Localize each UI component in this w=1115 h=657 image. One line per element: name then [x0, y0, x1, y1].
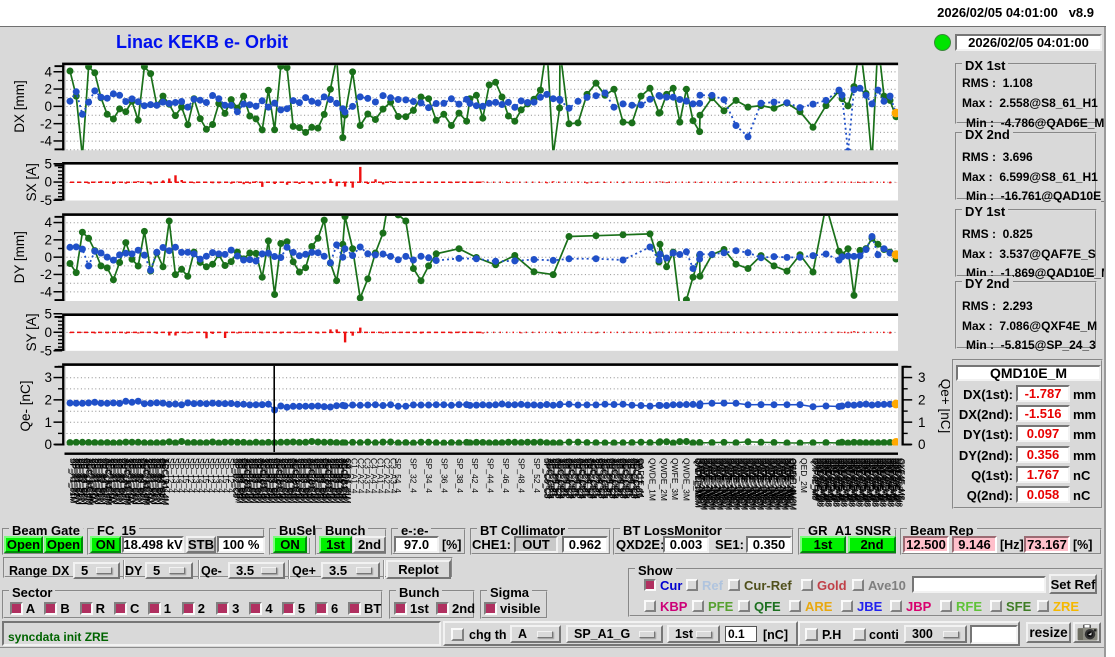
svg-text:2: 2: [44, 233, 52, 248]
svg-text:SP_46_4: SP_46_4: [501, 458, 511, 493]
svg-text:QWDE_3M: QWDE_3M: [682, 458, 692, 501]
svg-text:0: 0: [44, 99, 52, 114]
svg-text:4: 4: [44, 215, 52, 230]
svg-text:SP_38_4: SP_38_4: [455, 458, 465, 493]
svg-text:SP_36_4: SP_36_4: [439, 458, 449, 493]
svg-text:2: 2: [44, 393, 52, 408]
svg-text:DY [mm]: DY [mm]: [12, 231, 27, 283]
svg-text:DX [mm]: DX [mm]: [12, 80, 27, 133]
svg-text:5: 5: [44, 306, 52, 321]
svg-text:SP_54_4: SP_54_4: [393, 458, 403, 493]
svg-text:SY [A]: SY [A]: [24, 313, 39, 351]
svg-text:Qe- [nC]: Qe- [nC]: [18, 380, 33, 431]
svg-text:QED_1M: QED_1M: [788, 458, 798, 493]
svg-text:0: 0: [44, 175, 52, 190]
svg-text:0: 0: [44, 437, 52, 452]
svg-text:SP_42_4: SP_42_4: [470, 458, 480, 493]
svg-text:-2: -2: [40, 116, 52, 131]
svg-text:2: 2: [44, 82, 52, 97]
svg-text:SX [A]: SX [A]: [24, 163, 39, 201]
svg-text:QAF1E_M: QAF1E_M: [636, 458, 646, 498]
svg-text:SP_52_4: SP_52_4: [532, 458, 542, 493]
svg-text:SP_32_4: SP_32_4: [408, 458, 418, 493]
svg-text:-4: -4: [40, 284, 52, 299]
svg-text:-5: -5: [40, 193, 52, 208]
svg-text:SP_44_4: SP_44_4: [486, 458, 496, 493]
svg-text:SP_34_4: SP_34_4: [424, 458, 434, 493]
svg-text:4: 4: [44, 64, 52, 79]
svg-text:QWDE_2M: QWDE_2M: [659, 458, 669, 501]
svg-text:0: 0: [44, 250, 52, 265]
svg-text:Qe+ [nC]: Qe+ [nC]: [938, 379, 950, 433]
svg-text:0: 0: [44, 325, 52, 340]
svg-text:2: 2: [918, 393, 926, 408]
svg-text:SP_48_4: SP_48_4: [517, 458, 527, 493]
svg-text:1: 1: [44, 415, 52, 430]
svg-text:-4: -4: [40, 134, 52, 149]
svg-text:1: 1: [918, 415, 926, 430]
svg-text:3: 3: [918, 370, 926, 385]
svg-text:-5: -5: [40, 343, 52, 358]
svg-text:0: 0: [918, 437, 926, 452]
svg-text:5: 5: [44, 156, 52, 171]
svg-text:QWDE_1M: QWDE_1M: [647, 458, 657, 501]
svg-text:QWFE_3M: QWFE_3M: [670, 458, 680, 500]
svg-text:QED_2M: QED_2M: [799, 458, 809, 493]
svg-text:-2: -2: [40, 267, 52, 282]
svg-text:QXF4E_M8: QXF4E_M8: [897, 459, 906, 501]
svg-text:3: 3: [44, 370, 52, 385]
